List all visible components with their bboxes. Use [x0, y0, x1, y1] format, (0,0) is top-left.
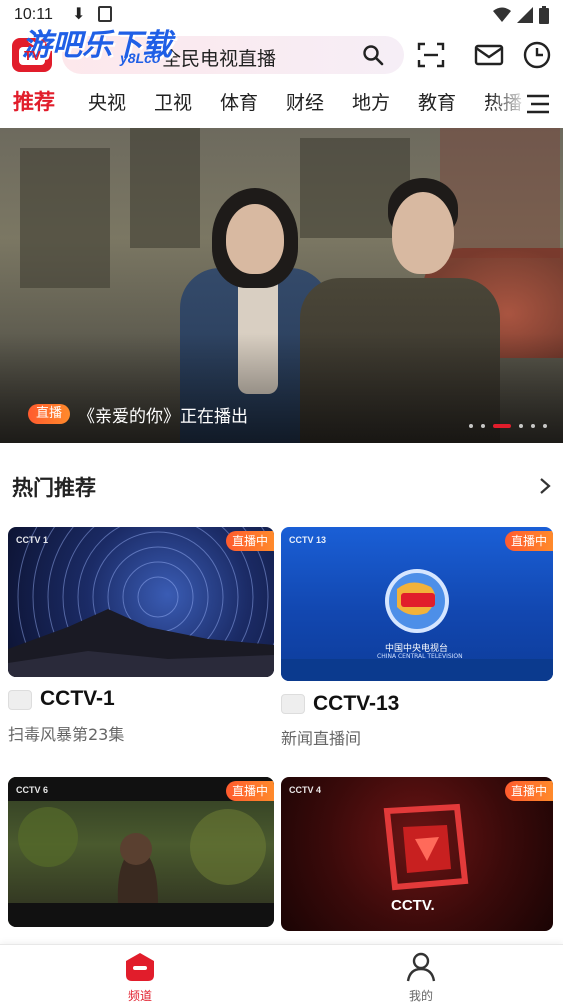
app-logo-text: TV — [24, 48, 41, 63]
nav-mine[interactable]: 我的 — [381, 951, 461, 1004]
banner-title[interactable]: 《亲爱的你》正在播出 — [78, 402, 248, 427]
hot-section-title: 热门推荐 — [12, 476, 96, 500]
scan-icon[interactable] — [416, 40, 446, 70]
tab-education[interactable]: 教育 — [418, 88, 456, 115]
watermark-subtext: y8Lco — [120, 50, 161, 66]
banner-building — [20, 148, 110, 288]
banner-building — [130, 128, 200, 248]
channel-thumbnail: CCTV. CCTV 4 直播中 — [281, 777, 553, 931]
menu-icon[interactable] — [525, 92, 551, 116]
banner-dots — [469, 424, 547, 428]
bottom-nav: 频道 我的 — [0, 944, 563, 1004]
channel-program: 新闻直播间 — [281, 729, 362, 748]
banner-dot[interactable] — [519, 424, 523, 428]
nav-label-channels: 频道 — [127, 989, 152, 1003]
banner-dot-active[interactable] — [493, 424, 511, 428]
tab-finance[interactable]: 财经 — [286, 88, 324, 115]
channel-card-cctv4[interactable]: CCTV. CCTV 4 直播中 — [281, 777, 553, 947]
tab-fade — [489, 86, 529, 122]
category-tabs: 推荐 央视 卫视 体育 财经 地方 教育 热播 — [0, 86, 563, 122]
signal-icon — [517, 7, 533, 23]
cctv13-logo-icon — [281, 694, 305, 714]
channel-icon — [126, 953, 154, 981]
nav-label-mine: 我的 — [408, 989, 433, 1003]
search-placeholder: 全民电视直播 — [162, 48, 277, 70]
channel-name: CCTV-13 — [313, 692, 400, 715]
channel-card-cctv13[interactable]: 中国中央电视台 CHINA CENTRAL TELEVISION CCTV 13… — [281, 527, 553, 751]
woman-face — [226, 204, 284, 274]
nav-channels[interactable]: 频道 — [100, 951, 180, 1004]
cctv1-logo-icon — [8, 690, 32, 710]
cctv-brand-en: CHINA CENTRAL TELEVISION — [377, 653, 463, 660]
banner-dot[interactable] — [469, 424, 473, 428]
live-tag: 直播中 — [504, 531, 553, 551]
hero-banner[interactable] — [0, 128, 563, 443]
tab-satellite[interactable]: 卫视 — [154, 88, 192, 115]
wifi-icon — [493, 7, 511, 22]
search-icon[interactable] — [362, 44, 384, 66]
tab-sports[interactable]: 体育 — [220, 88, 258, 115]
status-icons — [493, 6, 549, 24]
channel-card-cctv1[interactable]: CCTV 1 直播中 CCTV-1 扫毒风暴第23集 — [8, 527, 274, 747]
banner-dot[interactable] — [543, 424, 547, 428]
banner-building — [440, 128, 560, 258]
channel-name: CCTV-1 — [40, 687, 115, 710]
live-tag: 直播中 — [225, 531, 274, 551]
banner-dot[interactable] — [481, 424, 485, 428]
app-screen: 10:11 ⬇ TV 全民电视直播 游吧乐下载 y8Lco 推荐 央视 卫视 体… — [0, 0, 563, 1004]
battery-icon — [539, 6, 549, 24]
tab-local[interactable]: 地方 — [352, 88, 390, 115]
cctv13-corner-logo: CCTV 13 — [289, 535, 327, 545]
mail-icon[interactable] — [474, 40, 504, 70]
live-tag: 直播中 — [504, 781, 553, 801]
user-icon — [406, 952, 436, 982]
banner-dot[interactable] — [531, 424, 535, 428]
cctv1-corner-logo: CCTV 1 — [16, 535, 49, 545]
channel-program: 扫毒风暴第23集 — [8, 725, 125, 744]
channel-thumbnail: CCTV 1 直播中 — [8, 527, 274, 677]
channel-thumbnail: 中国中央电视台 CHINA CENTRAL TELEVISION CCTV 13… — [281, 527, 553, 681]
man-face — [392, 192, 454, 274]
cctv6-corner-logo: CCTV 6 — [16, 785, 49, 795]
chevron-right-icon[interactable] — [537, 476, 553, 496]
banner-live-badge: 直播 — [28, 404, 71, 424]
tab-cctv[interactable]: 央视 — [88, 88, 126, 115]
live-tag: 直播中 — [225, 781, 274, 801]
channel-card-cctv6[interactable]: CCTV 6 直播中 — [8, 777, 274, 947]
history-icon[interactable] — [522, 40, 552, 70]
cctv4-corner-logo: CCTV 4 — [289, 785, 322, 795]
tab-recommend[interactable]: 推荐 — [13, 86, 55, 116]
channel-thumbnail: CCTV 6 直播中 — [8, 777, 274, 927]
cctv-brand-text: CCTV. — [391, 897, 435, 914]
